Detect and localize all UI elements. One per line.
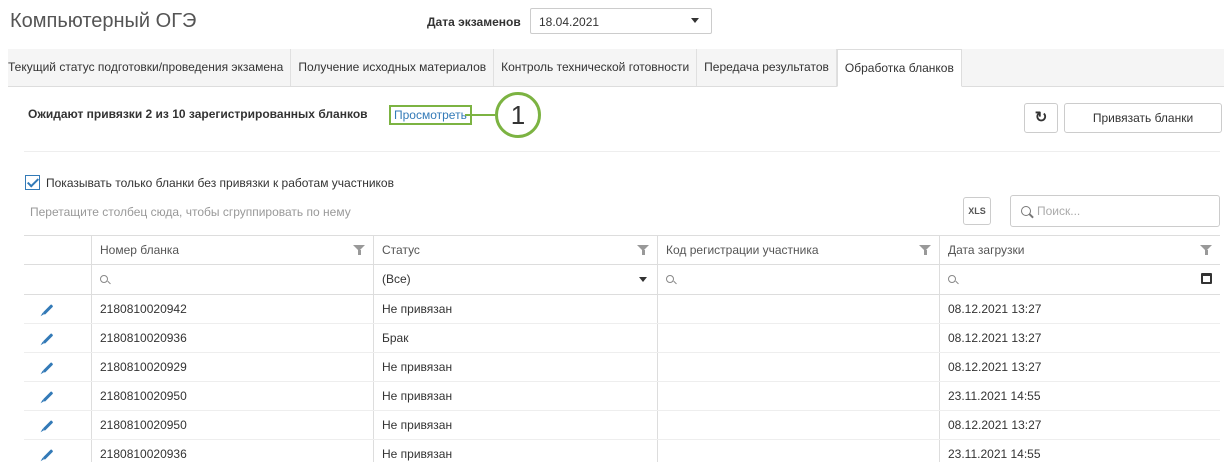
cell-code xyxy=(657,440,939,462)
grid-filter-row: (Все) xyxy=(24,265,1220,295)
filter-status-select[interactable]: (Все) xyxy=(373,265,657,294)
edit-icon[interactable] xyxy=(42,449,54,461)
column-header-number[interactable]: Номер бланка xyxy=(91,236,373,264)
only-unbound-label: Показывать только бланки без привязки к … xyxy=(46,175,394,190)
filter-icon[interactable] xyxy=(1200,245,1212,255)
edit-icon[interactable] xyxy=(42,420,54,432)
search-icon xyxy=(948,275,956,283)
cell-code xyxy=(657,324,939,352)
cell-date: 08.12.2021 13:27 xyxy=(939,295,1220,323)
filter-code-input[interactable] xyxy=(657,265,939,294)
only-unbound-checkbox[interactable] xyxy=(25,175,40,190)
cell-number: 2180810020929 xyxy=(91,353,373,381)
cell-status: Не привязан xyxy=(373,382,657,410)
row-actions xyxy=(24,295,91,323)
row-actions xyxy=(24,411,91,439)
divider xyxy=(24,151,1220,152)
table-row: 2180810020942 Не привязан 08.12.2021 13:… xyxy=(24,295,1220,324)
cell-status: Брак xyxy=(373,324,657,352)
cell-date: 08.12.2021 13:27 xyxy=(939,324,1220,352)
exam-date-label: Дата экзаменов xyxy=(427,15,521,29)
table-row: 2180810020936 Не привязан 23.11.2021 14:… xyxy=(24,440,1220,462)
table-row: 2180810020950 Не привязан 23.11.2021 14:… xyxy=(24,382,1220,411)
tab-bar-filler xyxy=(961,49,1224,86)
group-panel-hint: Перетащите столбец сюда, чтобы сгруппиро… xyxy=(30,205,351,219)
edit-icon[interactable] xyxy=(42,333,54,345)
cell-code xyxy=(657,353,939,381)
exam-date-select[interactable]: 18.04.2021 xyxy=(530,8,712,34)
cell-status: Не привязан xyxy=(373,353,657,381)
bind-forms-button[interactable]: Привязать бланки xyxy=(1064,103,1222,133)
search-input[interactable]: Поиск... xyxy=(1010,195,1220,227)
table-row: 2180810020929 Не привязан 08.12.2021 13:… xyxy=(24,353,1220,382)
table-row: 2180810020936 Брак 08.12.2021 13:27 xyxy=(24,324,1220,353)
search-icon xyxy=(100,275,108,283)
forms-processing-panel: Ожидают привязки 2 из 10 зарегистрирован… xyxy=(8,87,1224,462)
chevron-down-icon xyxy=(691,18,699,23)
column-header-date[interactable]: Дата загрузки xyxy=(939,236,1220,264)
cell-date: 08.12.2021 13:27 xyxy=(939,411,1220,439)
search-placeholder: Поиск... xyxy=(1037,204,1081,218)
tab-tech-check[interactable]: Контроль технической готовности xyxy=(494,49,698,86)
cell-number: 2180810020950 xyxy=(91,382,373,410)
column-header-status[interactable]: Статус xyxy=(373,236,657,264)
chevron-down-icon xyxy=(639,277,647,282)
top-bar: Компьютерный ОГЭ Дата экзаменов 18.04.20… xyxy=(0,0,1224,44)
app-title: Компьютерный ОГЭ xyxy=(10,10,197,32)
tab-exam-status[interactable]: Текущий статус подготовки/проведения экз… xyxy=(8,49,292,86)
cell-code xyxy=(657,295,939,323)
view-link[interactable]: Просмотреть xyxy=(389,105,472,125)
pending-forms-text: Ожидают привязки 2 из 10 зарегистрирован… xyxy=(28,107,368,121)
filter-icon[interactable] xyxy=(353,245,365,255)
cell-date: 23.11.2021 14:55 xyxy=(939,440,1220,462)
row-actions xyxy=(24,382,91,410)
tab-materials[interactable]: Получение исходных материалов xyxy=(291,49,495,86)
forms-grid: Номер бланка Статус Код регистрации учас… xyxy=(24,235,1220,462)
cell-number: 2180810020942 xyxy=(91,295,373,323)
callout-connector xyxy=(465,114,495,116)
refresh-button[interactable]: ↻ xyxy=(1024,103,1058,133)
edit-icon[interactable] xyxy=(42,391,54,403)
cell-status: Не привязан xyxy=(373,411,657,439)
export-excel-button[interactable]: XLS xyxy=(963,197,991,225)
refresh-icon: ↻ xyxy=(1034,109,1048,126)
edit-icon[interactable] xyxy=(42,362,54,374)
filter-icon[interactable] xyxy=(919,245,931,255)
cell-date: 23.11.2021 14:55 xyxy=(939,382,1220,410)
table-row: 2180810020950 Не привязан 08.12.2021 13:… xyxy=(24,411,1220,440)
cell-status: Не привязан xyxy=(373,295,657,323)
cell-number: 2180810020936 xyxy=(91,440,373,462)
callout-badge: 1 xyxy=(495,92,541,138)
row-actions xyxy=(24,440,91,462)
row-actions xyxy=(24,324,91,352)
cell-code xyxy=(657,382,939,410)
filter-number-input[interactable] xyxy=(91,265,373,294)
tab-results-transfer[interactable]: Передача результатов xyxy=(697,49,837,86)
grid-header-row: Номер бланка Статус Код регистрации учас… xyxy=(24,236,1220,265)
filter-icon[interactable] xyxy=(637,245,649,255)
cell-code xyxy=(657,411,939,439)
cell-status: Не привязан xyxy=(373,440,657,462)
search-icon xyxy=(1021,206,1031,216)
tab-forms-processing[interactable]: Обработка бланков xyxy=(836,49,962,87)
tab-bar: Текущий статус подготовки/проведения экз… xyxy=(8,49,1224,87)
cell-number: 2180810020936 xyxy=(91,324,373,352)
calendar-icon[interactable] xyxy=(1201,273,1212,284)
excel-icon: XLS xyxy=(968,206,986,216)
search-icon xyxy=(666,275,674,283)
column-header-code[interactable]: Код регистрации участника xyxy=(657,236,939,264)
filter-date-input[interactable] xyxy=(939,265,1220,294)
edit-icon[interactable] xyxy=(42,304,54,316)
filter-cell-actions xyxy=(24,265,91,294)
cell-date: 08.12.2021 13:27 xyxy=(939,353,1220,381)
exam-date-value: 18.04.2021 xyxy=(539,15,600,29)
header-cell-actions xyxy=(24,236,91,264)
only-unbound-filter: Показывать только бланки без привязки к … xyxy=(25,175,394,190)
row-actions xyxy=(24,353,91,381)
cell-number: 2180810020950 xyxy=(91,411,373,439)
